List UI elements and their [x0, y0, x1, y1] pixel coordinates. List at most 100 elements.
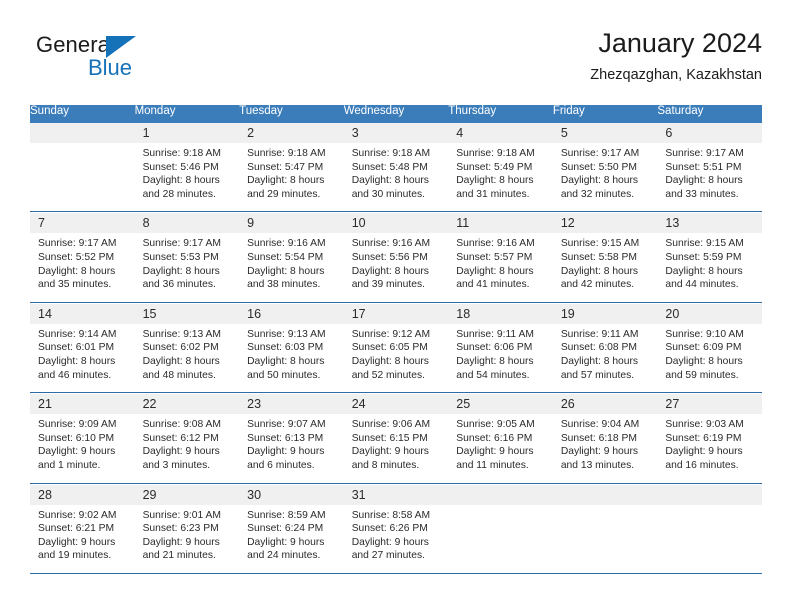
day-info-line: Sunrise: 9:17 AM	[560, 148, 640, 159]
day-cell-31[interactable]: Sunrise: 8:58 AM Sunset: 6:26 PM Daylight:…	[343, 504, 449, 573]
day-info-line: Sunrise: 9:16 AM	[351, 238, 431, 250]
day-cell-11[interactable]: Sunrise: 9:16 AM Sunset: 5:57 PM Daylight:…	[448, 233, 553, 302]
day-number-22[interactable]: 22	[134, 394, 240, 415]
day-info-line: Sunrise: 9:13 AM	[247, 328, 326, 340]
day-number-10[interactable]: 10	[343, 213, 449, 234]
day-number-29[interactable]: 29	[134, 484, 240, 505]
day-info-line: and 46 minutes.	[38, 369, 112, 381]
day-info-line: Sunset: 5:58 PM	[560, 251, 637, 263]
day-number-27[interactable]: 27	[657, 394, 762, 415]
day-info-line: and 16 minutes.	[665, 459, 739, 471]
day-number-5[interactable]: 5	[552, 123, 658, 143]
day-number-12[interactable]: 12	[552, 213, 658, 234]
day-info-line: Daylight: 9 hours	[38, 446, 116, 458]
week-daynum-row: 7 8 9 10 11 12 13	[30, 213, 762, 234]
day-number-31[interactable]: 31	[343, 484, 449, 505]
day-cell-6[interactable]: Sunrise: 9:17 AM Sunset: 5:51 PM Daylight:…	[657, 143, 762, 212]
day-cell-26[interactable]: Sunrise: 9:04 AM Sunset: 6:18 PM Daylight:…	[552, 414, 658, 483]
day-cell-23[interactable]: Sunrise: 9:07 AM Sunset: 6:13 PM Daylight:…	[239, 414, 344, 483]
day-number-16[interactable]: 16	[239, 303, 344, 324]
day-cell-15[interactable]: Sunrise: 9:13 AM Sunset: 6:02 PM Daylight:…	[134, 323, 240, 393]
day-cell-27[interactable]: Sunrise: 9:03 AM Sunset: 6:19 PM Daylight:…	[657, 414, 762, 483]
day-cell-2[interactable]: Sunrise: 9:18 AM Sunset: 5:47 PM Daylight:…	[239, 143, 344, 212]
day-number-17[interactable]: 17	[343, 303, 449, 324]
day-info-line: Daylight: 9 hours	[665, 446, 743, 458]
day-number-18[interactable]: 18	[448, 303, 553, 324]
day-cell-7[interactable]: Sunrise: 9:17 AM Sunset: 5:52 PM Daylight:…	[30, 233, 135, 302]
day-number-6[interactable]: 6	[657, 123, 762, 143]
general-blue-logo[interactable]: General Blue	[30, 32, 250, 88]
day-info-line: and 59 minutes.	[665, 369, 739, 381]
day-info-line: Sunrise: 9:17 AM	[38, 238, 117, 250]
day-cell-21[interactable]: Sunrise: 9:09 AM Sunset: 6:10 PM Daylight:…	[30, 414, 135, 483]
day-cell-24[interactable]: Sunrise: 9:06 AM Sunset: 6:15 PM Daylight:…	[343, 414, 449, 483]
day-number-30[interactable]: 30	[239, 484, 344, 505]
day-number-26[interactable]: 26	[552, 394, 658, 415]
day-info-line: and 50 minutes.	[247, 369, 321, 381]
day-number-20[interactable]: 20	[657, 303, 762, 324]
day-info-line: Sunrise: 9:18 AM	[351, 148, 431, 159]
day-number-1[interactable]: 1	[134, 123, 240, 143]
day-cell-4[interactable]: Sunrise: 9:18 AM Sunset: 5:49 PM Daylight:…	[448, 143, 553, 212]
day-info-line: and 13 minutes.	[560, 459, 635, 471]
day-info-line: and 21 minutes.	[142, 550, 216, 562]
day-info-line: Sunset: 5:56 PM	[351, 251, 428, 263]
day-info-line: Sunset: 6:09 PM	[665, 342, 742, 354]
page-header: General Blue January 2024 Zhezqazghan, K…	[30, 26, 762, 92]
day-info-line: Sunset: 6:18 PM	[560, 432, 637, 444]
day-number-9[interactable]: 9	[239, 213, 344, 234]
day-number-21[interactable]: 21	[30, 394, 135, 415]
day-info-line: Daylight: 9 hours	[247, 446, 325, 458]
day-cell-9[interactable]: Sunrise: 9:16 AM Sunset: 5:54 PM Daylight:…	[239, 233, 344, 302]
day-cell-18[interactable]: Sunrise: 9:11 AM Sunset: 6:06 PM Daylight:…	[448, 323, 553, 393]
day-cell-19[interactable]: Sunrise: 9:11 AM Sunset: 6:08 PM Daylight:…	[552, 323, 658, 393]
day-info-line: Sunrise: 9:01 AM	[142, 509, 221, 521]
day-cell-10[interactable]: Sunrise: 9:16 AM Sunset: 5:56 PM Daylight:…	[343, 233, 449, 302]
day-number-15[interactable]: 15	[134, 303, 240, 324]
day-info-line: and 3 minutes.	[142, 459, 211, 471]
day-number-25[interactable]: 25	[448, 394, 553, 415]
day-cell-20[interactable]: Sunrise: 9:10 AM Sunset: 6:09 PM Daylight:…	[657, 323, 762, 393]
day-cell-30[interactable]: Sunrise: 8:59 AM Sunset: 6:24 PM Daylight:…	[239, 504, 344, 573]
day-info-line: Daylight: 9 hours	[38, 536, 116, 548]
day-number-24[interactable]: 24	[343, 394, 449, 415]
day-info-line: Daylight: 8 hours	[142, 175, 220, 187]
day-cell-3[interactable]: Sunrise: 9:18 AM Sunset: 5:48 PM Daylight:…	[343, 143, 449, 212]
day-info-line: Daylight: 8 hours	[142, 265, 220, 277]
day-info-line: Daylight: 8 hours	[38, 265, 116, 277]
day-info-line: and 41 minutes.	[456, 279, 530, 291]
day-cell-1[interactable]: Sunrise: 9:18 AM Sunset: 5:46 PM Daylight:…	[134, 143, 240, 212]
day-info-line: Daylight: 8 hours	[247, 265, 325, 277]
day-cell-8[interactable]: Sunrise: 9:17 AM Sunset: 5:53 PM Daylight:…	[134, 233, 240, 302]
day-number-4[interactable]: 4	[448, 123, 553, 143]
day-number-13[interactable]: 13	[657, 213, 762, 234]
day-cell-28[interactable]: Sunrise: 9:02 AM Sunset: 6:21 PM Daylight:…	[30, 504, 135, 573]
day-number-23[interactable]: 23	[239, 394, 344, 415]
day-number-7[interactable]: 7	[30, 213, 135, 234]
day-number-19[interactable]: 19	[552, 303, 658, 324]
day-cell-25[interactable]: Sunrise: 9:05 AM Sunset: 6:16 PM Daylight:…	[448, 414, 553, 483]
day-info-line: and 28 minutes.	[142, 188, 216, 200]
day-info-line: Daylight: 9 hours	[142, 536, 220, 548]
day-number-14[interactable]: 14	[30, 303, 135, 324]
day-info-line: Daylight: 8 hours	[560, 175, 639, 187]
day-info-line: Daylight: 8 hours	[665, 265, 743, 277]
day-number-8[interactable]: 8	[134, 213, 240, 234]
day-cell-16[interactable]: Sunrise: 9:13 AM Sunset: 6:03 PM Daylight:…	[239, 323, 344, 393]
day-number-2[interactable]: 2	[239, 123, 344, 143]
day-cell-5[interactable]: Sunrise: 9:17 AM Sunset: 5:50 PM Daylight:…	[552, 143, 658, 212]
day-info-line: and 32 minutes.	[560, 188, 635, 200]
day-number-empty	[657, 484, 762, 505]
day-cell-29[interactable]: Sunrise: 9:01 AM Sunset: 6:23 PM Daylight:…	[134, 504, 240, 573]
logo-text-blue: Blue	[88, 55, 133, 80]
day-cell-14[interactable]: Sunrise: 9:14 AM Sunset: 6:01 PM Daylight:…	[30, 323, 135, 393]
day-info-line: Sunrise: 9:17 AM	[665, 148, 744, 159]
day-of-week-row: Sunday Monday Tuesday Wednesday Thursday Frid…	[30, 105, 762, 123]
day-cell-22[interactable]: Sunrise: 9:08 AM Sunset: 6:12 PM Daylight:…	[134, 414, 240, 483]
day-cell-12[interactable]: Sunrise: 9:15 AM Sunset: 5:58 PM Daylight:…	[552, 233, 658, 302]
day-number-3[interactable]: 3	[343, 123, 449, 143]
day-number-28[interactable]: 28	[30, 484, 135, 505]
day-number-11[interactable]: 11	[448, 213, 553, 234]
day-cell-13[interactable]: Sunrise: 9:15 AM Sunset: 5:59 PM Daylight:…	[657, 233, 762, 302]
day-cell-17[interactable]: Sunrise: 9:12 AM Sunset: 6:05 PM Daylight:…	[343, 323, 449, 393]
